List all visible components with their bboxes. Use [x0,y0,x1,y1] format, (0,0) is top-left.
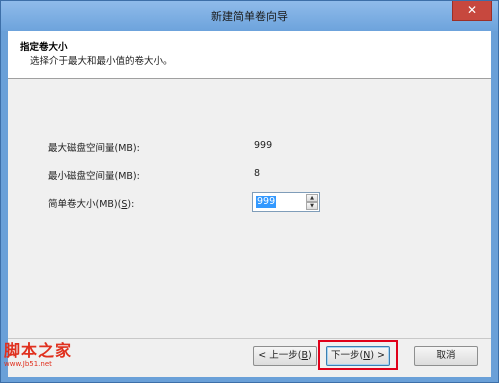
close-button[interactable]: ✕ [452,1,492,21]
wizard-window: 新建简单卷向导 ✕ 指定卷大小 选择介于最大和最小值的卷大小。 最大磁盘空间量(… [0,0,499,383]
volume-size-label-suffix: ): [127,199,135,210]
chevron-down-icon: ▼ [310,203,314,209]
back-button-suffix: ) [308,350,312,361]
watermark-text: 脚本之家 [4,341,73,360]
back-button[interactable]: < 上一步(B) [253,346,317,366]
stepper-up-button[interactable]: ▲ [306,194,318,202]
volume-size-label-prefix: 简单卷大小(MB)( [48,199,122,210]
volume-size-label: 简单卷大小(MB)(S): [48,196,134,210]
back-button-label: < 上一步( [258,350,302,361]
stepper-down-button[interactable]: ▼ [306,202,318,210]
watermark-url: www.Jb51.net [4,360,52,368]
footer-divider [8,338,491,339]
cancel-button[interactable]: 取消 [414,346,478,366]
min-space-value: 8 [254,168,261,179]
close-icon: ✕ [466,3,478,17]
watermark-logo: 脚本之家 www.Jb51.net [4,342,72,369]
max-space-value: 999 [254,140,273,151]
next-button-highlight [318,340,398,370]
wizard-header: 指定卷大小 选择介于最大和最小值的卷大小。 [8,31,491,79]
max-space-label: 最大磁盘空间量(MB): [48,143,140,154]
chevron-up-icon: ▲ [310,195,314,201]
page-description: 选择介于最大和最小值的卷大小。 [30,56,173,67]
page-title: 指定卷大小 [20,42,68,53]
window-title: 新建简单卷向导 [211,10,288,23]
wizard-body: 指定卷大小 选择介于最大和最小值的卷大小。 最大磁盘空间量(MB): 999 最… [8,31,491,377]
title-bar[interactable]: 新建简单卷向导 ✕ [1,1,498,31]
volume-size-input[interactable]: 999 [256,196,277,208]
min-space-label: 最小磁盘空间量(MB): [48,171,140,182]
volume-size-stepper[interactable]: 999 ▲ ▼ [252,192,320,212]
